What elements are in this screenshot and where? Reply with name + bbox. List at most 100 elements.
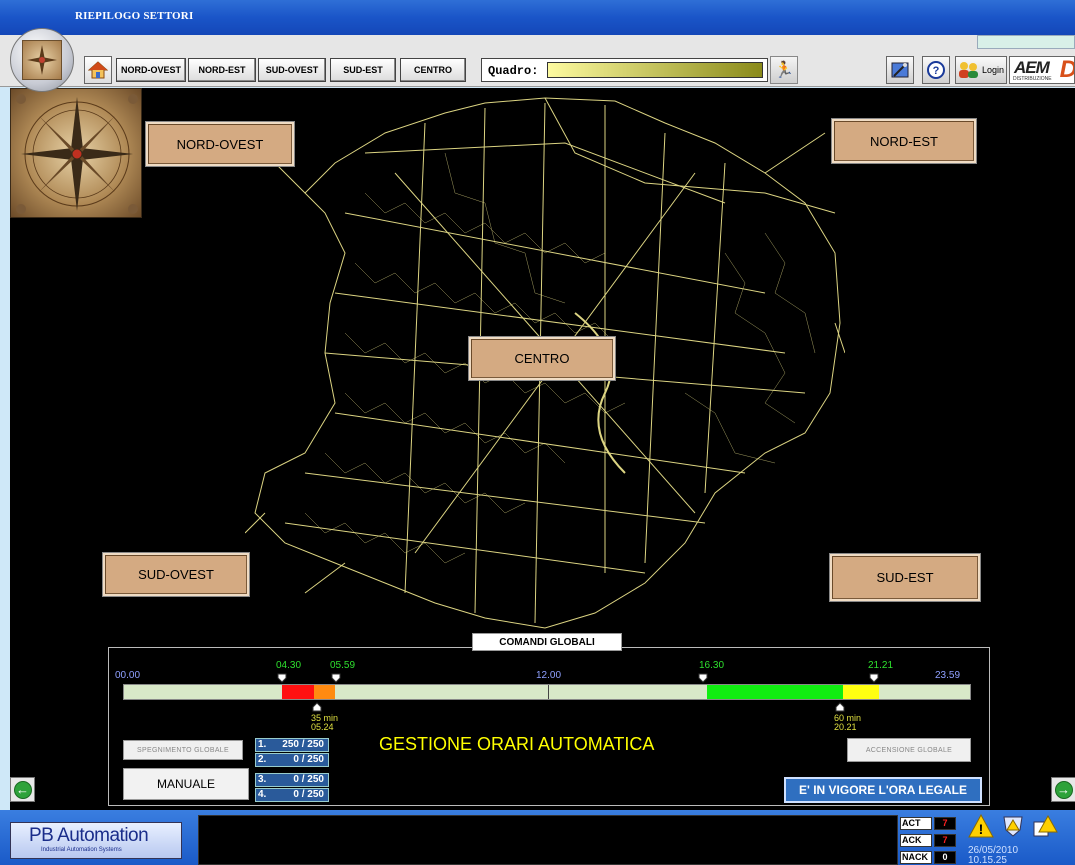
- app-logo[interactable]: [10, 28, 74, 92]
- ora-legale-button[interactable]: E' IN VIGORE L'ORA LEGALE: [784, 777, 982, 803]
- marker-label-0430: 04.30: [276, 660, 302, 671]
- count-row: 1. 250 / 250: [255, 738, 329, 752]
- count-row: 4. 0 / 250: [255, 788, 329, 802]
- prev-page-button[interactable]: ←: [10, 777, 35, 802]
- count-index: 1.: [258, 739, 267, 750]
- offset-time-0: 05.24: [311, 722, 334, 732]
- alarm-nack[interactable]: NACK 0: [900, 851, 958, 864]
- marker-up-icon[interactable]: [312, 702, 322, 712]
- count-index: 4.: [258, 789, 267, 800]
- toolbar-sud-est-button[interactable]: SUD-EST: [330, 58, 396, 82]
- alarm-ack-value: 7: [934, 834, 956, 847]
- warning-button[interactable]: !: [966, 812, 996, 840]
- count-value: 0 / 250: [293, 774, 324, 785]
- app-window: RIEPILOGO SETTORI NORD-OVEST NORD-EST SU…: [0, 0, 1075, 865]
- comandi-globali-title: COMANDI GLOBALI: [472, 633, 622, 651]
- logo-main-text: PB Automation: [29, 825, 149, 846]
- brand-logo: AEM DISTRIBUZIONE D: [1009, 56, 1075, 84]
- marker-label-1630: 16.30: [699, 660, 725, 671]
- alarm-nack-label: NACK: [900, 851, 932, 864]
- quadro-label: Quadro:: [488, 64, 539, 78]
- segment-orange: [314, 685, 335, 699]
- sector-nord-est-button[interactable]: NORD-EST: [831, 118, 977, 164]
- count-row: 3. 0 / 250: [255, 773, 329, 787]
- spegnimento-globale-button[interactable]: SPEGNIMENTO GLOBALE: [123, 740, 243, 760]
- users-icon: [958, 62, 978, 78]
- scale-start: 00.00: [115, 670, 141, 681]
- brand-name: AEM: [1014, 58, 1050, 77]
- scale-end: 23.59: [935, 670, 961, 681]
- alarm-ack[interactable]: ACK 7: [900, 834, 958, 847]
- sector-nord-ovest-button[interactable]: NORD-OVEST: [145, 121, 295, 167]
- arrow-right-icon: →: [1054, 780, 1073, 799]
- tools-icon: [891, 62, 909, 78]
- toolbar-centro-button[interactable]: CENTRO: [400, 58, 466, 82]
- home-button[interactable]: [84, 56, 112, 84]
- sector-sud-ovest-button[interactable]: SUD-OVEST: [102, 552, 250, 597]
- marker-down-icon[interactable]: [698, 673, 708, 683]
- alarm-history-button[interactable]: [998, 812, 1028, 840]
- count-value: 250 / 250: [282, 739, 324, 750]
- accensione-globale-button[interactable]: ACCENSIONE GLOBALE: [847, 738, 971, 762]
- logo-sub-text: Industrial Automation Systems: [41, 847, 122, 853]
- status-strip: [977, 35, 1075, 49]
- marker-down-icon[interactable]: [277, 673, 287, 683]
- count-value: 0 / 250: [293, 789, 324, 800]
- toolbar-sud-ovest-button[interactable]: SUD-OVEST: [258, 58, 326, 82]
- arrow-left-icon: ←: [13, 780, 32, 799]
- runner-icon: 🏃: [774, 62, 794, 79]
- run-button[interactable]: 🏃: [770, 56, 798, 84]
- timeline-bar: [123, 684, 971, 700]
- toolbar: NORD-OVEST NORD-EST SUD-OVEST SUD-EST CE…: [0, 35, 1075, 87]
- datetime: 26/05/2010 10.15.25: [968, 846, 1018, 865]
- alarm-nack-value: 0: [934, 851, 956, 864]
- segment-red: [282, 685, 314, 699]
- marker-up-icon[interactable]: [835, 702, 845, 712]
- quadro-value[interactable]: [547, 62, 763, 78]
- segment-yellow: [843, 685, 879, 699]
- marker-down-icon[interactable]: [869, 673, 879, 683]
- login-button[interactable]: Login: [955, 56, 1007, 84]
- tools-button[interactable]: [886, 56, 914, 84]
- count-value: 0 / 250: [293, 754, 324, 765]
- svg-text:?: ?: [933, 65, 940, 77]
- segment-green: [707, 685, 843, 699]
- message-area: [198, 815, 898, 865]
- toolbar-nord-ovest-button[interactable]: NORD-OVEST: [116, 58, 186, 82]
- midday-line: [548, 685, 549, 699]
- offset-time-1: 20.21: [834, 722, 857, 732]
- quadro-field: Quadro:: [481, 58, 768, 82]
- sector-sud-est-button[interactable]: SUD-EST: [829, 553, 981, 602]
- marker-down-icon[interactable]: [331, 673, 341, 683]
- next-page-button[interactable]: →: [1051, 777, 1075, 802]
- scale-mid: 12.00: [536, 670, 562, 681]
- brand-letter: D: [1060, 57, 1074, 83]
- svg-text:!: !: [979, 821, 984, 837]
- sector-centro-button[interactable]: CENTRO: [468, 336, 616, 381]
- compass-rose-image: [10, 88, 142, 218]
- alarm-act-value: 7: [934, 817, 956, 830]
- alarm-list-button[interactable]: [1030, 812, 1060, 840]
- warning-icon: !: [968, 814, 994, 838]
- count-index: 3.: [258, 774, 267, 785]
- toolbar-nord-est-button[interactable]: NORD-EST: [188, 58, 256, 82]
- manuale-button[interactable]: MANUALE: [123, 768, 249, 800]
- alarm-act-label: ACT: [900, 817, 932, 830]
- shield-alarm-icon: [1003, 816, 1023, 837]
- login-label: Login: [981, 65, 1005, 75]
- alarm-act[interactable]: ACT 7: [900, 817, 958, 830]
- window-title: RIEPILOGO SETTORI: [75, 10, 194, 22]
- title-bar: RIEPILOGO SETTORI: [0, 0, 1075, 35]
- brand-sub: DISTRIBUZIONE: [1013, 76, 1052, 82]
- time-text: 10.15.25: [968, 855, 1007, 865]
- marker-label-2121: 21.21: [868, 660, 894, 671]
- marker-label-0559: 05.59: [330, 660, 356, 671]
- help-button[interactable]: ?: [922, 56, 950, 84]
- pb-automation-logo: PB Automation Industrial Automation Syst…: [10, 822, 182, 859]
- help-icon: ?: [927, 61, 945, 79]
- alarm-list-icon: [1033, 814, 1058, 837]
- alarm-ack-label: ACK: [900, 834, 932, 847]
- count-index: 2.: [258, 754, 267, 765]
- compass-logo-icon: [22, 40, 62, 80]
- count-row: 2. 0 / 250: [255, 753, 329, 767]
